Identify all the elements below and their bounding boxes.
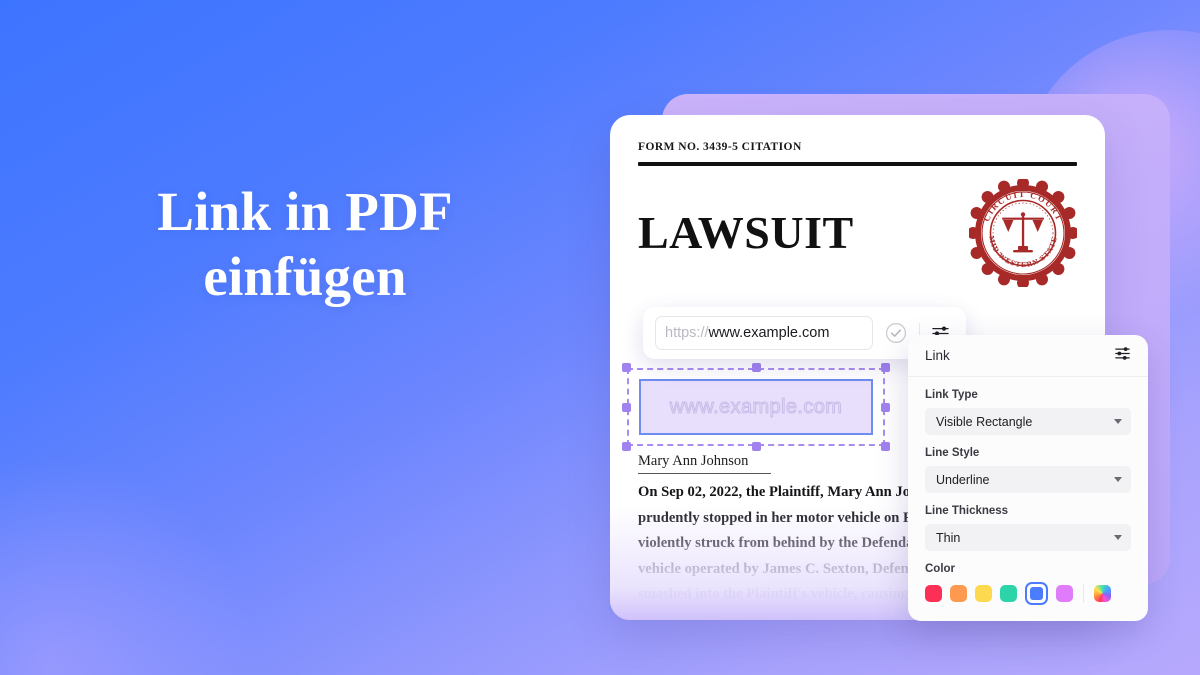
hero-headline: Link in PDF einfügen [0, 180, 610, 310]
form-number: FORM NO. 3439-5 CITATION [638, 141, 802, 153]
color-swatch-custom[interactable] [1094, 585, 1111, 602]
resize-handle-middle-right[interactable] [881, 402, 890, 412]
color-label: Color [925, 563, 956, 575]
document-title-row: LAWSUIT CIRCUIT COURT MID WESTERN STATE [638, 179, 1077, 287]
panel-settings-button[interactable] [1114, 345, 1131, 367]
url-input-value: www.example.com [708, 325, 830, 341]
resize-handle-bottom-center[interactable] [751, 442, 761, 451]
swatch-fill [950, 585, 967, 602]
line-thickness-select[interactable]: Thin [925, 524, 1131, 551]
color-swatch-row [925, 582, 1131, 605]
swatch-fill [925, 585, 942, 602]
signature-line: Mary Ann Johnson [638, 453, 771, 474]
color-swatch-orange[interactable] [950, 585, 967, 602]
link-properties-panel[interactable]: Link Link Type Visible Rectangle Line St… [908, 335, 1148, 621]
resize-handle-bottom-right[interactable] [881, 442, 890, 451]
link-rectangle-label: www.example.com [669, 395, 843, 418]
chevron-down-icon [1114, 419, 1122, 424]
swatch-divider [1083, 584, 1084, 603]
resize-handle-bottom-left[interactable] [622, 442, 631, 451]
hero-line-1: Link in PDF [157, 181, 453, 242]
color-swatch-yellow[interactable] [975, 585, 992, 602]
url-scheme-placeholder: https:// [665, 325, 709, 341]
panel-body: Link Type Visible Rectangle Line Style U… [908, 377, 1148, 605]
chevron-down-icon [1114, 477, 1122, 482]
panel-header: Link [908, 335, 1148, 377]
composition-stage: FORM NO. 3439-5 CITATION LAWSUIT CIRCUIT… [600, 80, 1200, 675]
scales-of-justice-icon: CIRCUIT COURT MID WESTERN STATE [969, 179, 1077, 287]
header-rule [638, 162, 1077, 166]
resize-handle-middle-left[interactable] [622, 402, 631, 412]
color-swatch-teal[interactable] [1000, 585, 1017, 602]
swatch-fill [975, 585, 992, 602]
line-style-select[interactable]: Underline [925, 466, 1131, 493]
rainbow-gradient-icon [1094, 585, 1111, 602]
link-type-select[interactable]: Visible Rectangle [925, 408, 1131, 435]
check-circle-icon [886, 323, 906, 343]
link-selection[interactable]: www.example.com [622, 363, 890, 451]
swatch-fill [1030, 587, 1043, 600]
document-title: LAWSUIT [638, 207, 854, 258]
line-thickness-value: Thin [936, 530, 961, 545]
resize-handle-top-right[interactable] [881, 363, 890, 372]
swatch-fill [1056, 585, 1073, 602]
swatch-fill [1000, 585, 1017, 602]
panel-title: Link [925, 348, 950, 363]
line-style-label: Line Style [925, 447, 980, 459]
resize-handle-top-center[interactable] [751, 363, 761, 372]
color-swatch-blue[interactable] [1025, 582, 1048, 605]
line-style-value: Underline [936, 472, 990, 487]
color-swatch-magenta[interactable] [1056, 585, 1073, 602]
background-blob-bottom-left [0, 455, 260, 675]
link-type-value: Visible Rectangle [936, 414, 1033, 429]
url-input[interactable]: https:// www.example.com [655, 316, 873, 350]
color-swatch-pink[interactable] [925, 585, 942, 602]
line-thickness-label: Line Thickness [925, 505, 1009, 517]
link-rectangle[interactable]: www.example.com [639, 379, 873, 435]
url-confirm-button[interactable] [881, 322, 911, 344]
sliders-icon [1115, 346, 1130, 360]
hero-line-2: einfügen [203, 245, 407, 307]
chevron-down-icon [1114, 535, 1122, 540]
resize-handle-top-left[interactable] [622, 363, 631, 372]
link-type-label: Link Type [925, 389, 978, 401]
court-seal: CIRCUIT COURT MID WESTERN STATE [969, 179, 1077, 287]
